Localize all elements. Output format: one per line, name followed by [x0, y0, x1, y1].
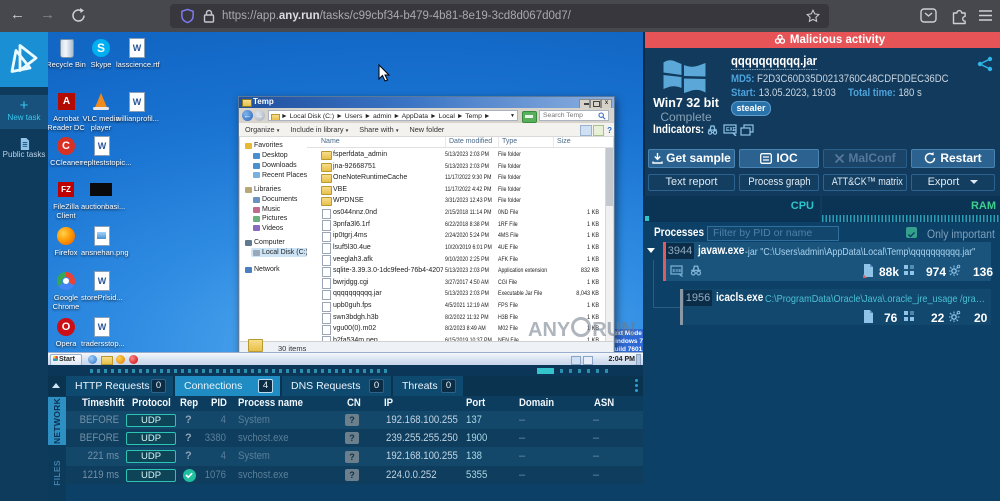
svg-text:EXE: EXE [726, 127, 737, 133]
svg-text:EXE: EXE [673, 268, 682, 273]
